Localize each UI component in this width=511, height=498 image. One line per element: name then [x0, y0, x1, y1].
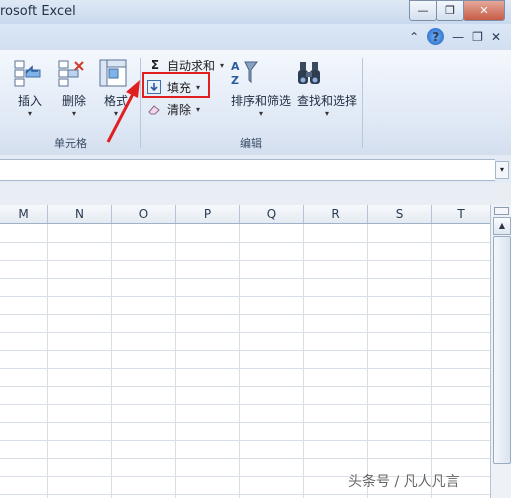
window-minimize-button[interactable]: —: [409, 0, 437, 21]
delete-cells-icon: [56, 58, 92, 88]
workbook-controls: ⌃ ? — ❐ ✕: [401, 28, 501, 45]
grid-row-line: [0, 278, 490, 279]
grid-row-line: [0, 368, 490, 369]
sort-filter-dropdown-icon: ▾: [258, 109, 263, 118]
clear-button[interactable]: 清除 ▾: [147, 100, 200, 118]
autosum-icon: Σ: [150, 58, 160, 72]
ribbon: 插入 ▾ 删除 ▾ 格式 ▾ 单元格 Σ 自动求和 ▾ 填充 ▾ 清除 ▾ A …: [0, 50, 511, 156]
grid-row-line: [0, 314, 490, 315]
column-header-q[interactable]: Q: [240, 205, 304, 223]
close-icon: ✕: [479, 4, 489, 17]
workbook-close-icon[interactable]: ✕: [491, 30, 501, 44]
formula-input[interactable]: [0, 159, 495, 181]
grid-row-line: [0, 242, 490, 243]
window-title: rosoft Excel: [0, 4, 76, 19]
scroll-up-button[interactable]: ▲: [493, 217, 511, 235]
insert-button[interactable]: 插入 ▾: [12, 58, 48, 118]
grid-row-line: [0, 260, 490, 261]
sort-filter-label: 排序和筛选: [230, 94, 291, 108]
eraser-icon: [147, 102, 163, 116]
help-icon[interactable]: ?: [427, 28, 445, 45]
grid-column-line: [239, 224, 240, 498]
window-restore-button[interactable]: ❐: [436, 0, 464, 21]
insert-dropdown-icon: ▾: [27, 109, 32, 118]
grid-column-line: [367, 224, 368, 498]
grid-row-line: [0, 350, 490, 351]
group-divider: [362, 58, 363, 148]
grid-row-line: [0, 422, 490, 423]
grid-row-line: [0, 404, 490, 405]
title-bar: rosoft Excel — ❐ ✕: [0, 0, 511, 24]
grid-column-line: [303, 224, 304, 498]
delete-dropdown-icon: ▾: [71, 109, 76, 118]
fill-highlight-box: [142, 72, 210, 98]
grid-row-line: [0, 458, 490, 459]
collapse-ribbon-icon[interactable]: ⌃: [409, 30, 419, 44]
column-header-p[interactable]: P: [176, 205, 240, 223]
delete-button[interactable]: 删除 ▾: [56, 58, 92, 118]
split-handle[interactable]: [494, 207, 509, 215]
formula-bar: ▾: [0, 155, 511, 184]
editing-group-label: 编辑: [240, 137, 262, 150]
grid-column-line: [175, 224, 176, 498]
find-select-label: 查找和选择: [296, 94, 357, 108]
column-header-o[interactable]: O: [112, 205, 176, 223]
insert-label: 插入: [17, 94, 42, 108]
sort-az-icon: A Z: [228, 58, 294, 88]
grid-row-line: [0, 296, 490, 297]
ribbon-tabs-row: ⌃ ? — ❐ ✕: [0, 24, 511, 50]
delete-label: 删除: [61, 94, 86, 108]
cells-group-label: 单元格: [54, 137, 87, 150]
clear-dropdown-icon: ▾: [196, 104, 201, 114]
grid-column-line: [47, 224, 48, 498]
window-controls: — ❐ ✕: [409, 0, 505, 21]
grid-row-line: [0, 332, 490, 333]
clear-label: 清除: [167, 102, 192, 117]
restore-icon: ❐: [445, 4, 455, 17]
grid-column-line: [111, 224, 112, 498]
column-header-s[interactable]: S: [368, 205, 432, 223]
formula-expand-button[interactable]: ▾: [495, 161, 509, 179]
watermark: 头条号 / 凡人凡言: [348, 474, 460, 490]
minimize-icon: —: [417, 4, 429, 17]
autosum-dropdown-icon: ▾: [220, 60, 225, 70]
grid-row-line: [0, 440, 490, 441]
vertical-scrollbar[interactable]: ▲: [490, 205, 511, 498]
find-select-dropdown-icon: ▾: [324, 109, 329, 118]
find-select-button[interactable]: 查找和选择 ▾: [294, 58, 360, 118]
column-headers: M N O P Q R S T: [0, 205, 490, 224]
column-header-m[interactable]: M: [0, 205, 48, 223]
grid-row-line: [0, 386, 490, 387]
cell-grid[interactable]: [0, 224, 490, 498]
insert-cells-icon: [12, 58, 48, 88]
binoculars-icon: [294, 58, 360, 88]
column-header-t[interactable]: T: [432, 205, 490, 223]
annotation-arrow: [106, 80, 140, 143]
workbook-restore-icon[interactable]: ❐: [472, 30, 483, 44]
column-header-r[interactable]: R: [304, 205, 368, 223]
grid-column-line: [431, 224, 432, 498]
chevron-down-icon: ▾: [499, 165, 504, 174]
scroll-thumb[interactable]: [493, 236, 511, 464]
svg-text:A: A: [231, 60, 240, 73]
sort-filter-button[interactable]: A Z 排序和筛选 ▾: [228, 58, 294, 118]
grid-row-line: [0, 494, 490, 495]
sheet-top-gap: [0, 183, 511, 205]
workbook-minimize-icon[interactable]: —: [452, 30, 464, 44]
window-close-button[interactable]: ✕: [463, 0, 505, 21]
arrow-up-icon: ▲: [498, 221, 506, 230]
svg-text:Z: Z: [231, 74, 239, 87]
column-header-n[interactable]: N: [48, 205, 112, 223]
autosum-label: 自动求和: [167, 58, 216, 73]
